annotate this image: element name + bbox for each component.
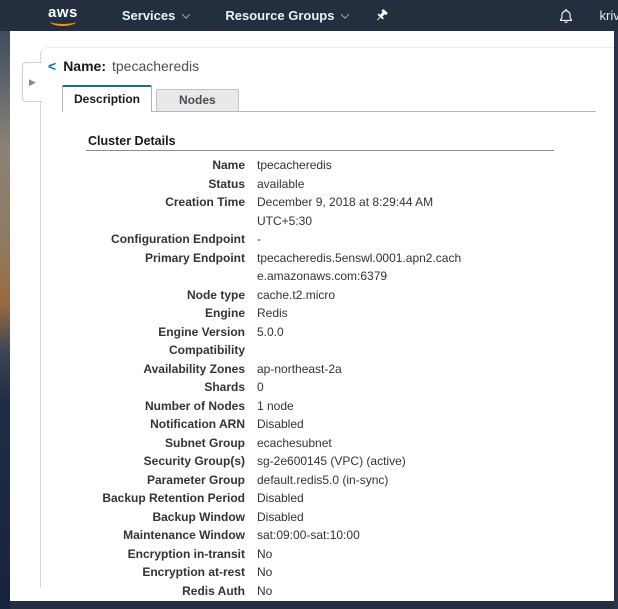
detail-value: -: [257, 230, 261, 249]
detail-value: December 9, 2018 at 8:29:44 AM UTC+5:30: [257, 193, 433, 230]
detail-value: Redis: [257, 304, 288, 323]
detail-value: sg-2e600145 (VPC) (active): [257, 452, 406, 471]
detail-value: No: [257, 545, 272, 564]
detail-value: default.redis5.0 (in-sync): [257, 471, 388, 490]
detail-row: Backup Retention Period Disabled: [86, 489, 614, 508]
detail-label: Backup Window: [86, 508, 245, 527]
detail-row: Maintenance Window sat:09:00-sat:10:00: [86, 526, 614, 545]
caret-down-icon: [182, 10, 190, 18]
resource-groups-menu[interactable]: Resource Groups: [225, 8, 348, 23]
detail-row: Primary Endpoint tpecacheredis.5enswl.000…: [86, 249, 614, 286]
aws-smile-arc: [50, 17, 76, 26]
tab-description[interactable]: Description: [62, 85, 152, 112]
detail-value: No: [257, 563, 272, 582]
detail-value: Disabled: [257, 415, 304, 434]
detail-row: Parameter Group default.redis5.0 (in-sync…: [86, 471, 614, 490]
detail-label: Maintenance Window: [86, 526, 245, 545]
pushpin-icon[interactable]: [374, 8, 389, 23]
detail-label: Redis Auth: [86, 582, 245, 601]
detail-row: Encryption at-rest No: [86, 563, 614, 582]
detail-row: Subnet Group ecachesubnet: [86, 434, 614, 453]
detail-value: tpecacheredis.5enswl.0001.apn2.cach e.am…: [257, 249, 461, 286]
detail-label: Backup Retention Period: [86, 489, 245, 508]
detail-value: cache.t2.micro: [257, 286, 335, 305]
cluster-name-header: < Name: tpecacheredis: [41, 48, 614, 74]
services-menu-label: Services: [122, 8, 176, 23]
detail-label: Engine Version Compatibility: [86, 323, 245, 360]
detail-label: Availability Zones: [86, 360, 245, 379]
detail-value: available: [257, 175, 304, 194]
cluster-detail-panel: < Name: tpecacheredis Description Nodes …: [40, 47, 614, 588]
detail-label: Security Group(s): [86, 452, 245, 471]
detail-row: Shards 0: [86, 378, 614, 397]
aws-top-navbar: aws Services Resource Groups krive: [0, 0, 618, 31]
detail-label: Number of Nodes: [86, 397, 245, 416]
detail-tabs: Description Nodes: [62, 85, 596, 112]
name-header-label: Name:: [63, 58, 106, 74]
cluster-details-section: Cluster Details NametpecacheredisStatusa…: [86, 134, 614, 600]
desktop-background-strip: [0, 0, 10, 609]
detail-label: Node type: [86, 286, 245, 305]
detail-row: Notification ARN Disabled: [86, 415, 614, 434]
resource-groups-menu-label: Resource Groups: [225, 8, 334, 23]
detail-label: Parameter Group: [86, 471, 245, 490]
detail-value: ecachesubnet: [257, 434, 332, 453]
detail-label: Configuration Endpoint: [86, 230, 245, 249]
detail-row: Number of Nodes 1 node: [86, 397, 614, 416]
detail-row: Node type cache.t2.micro: [86, 286, 614, 305]
name-header-value: tpecacheredis: [112, 58, 199, 74]
detail-row: Engine Redis: [86, 304, 614, 323]
detail-value: sat:09:00-sat:10:00: [257, 526, 360, 545]
detail-row: Security Group(s) sg-2e600145 (VPC) (acti…: [86, 452, 614, 471]
chevron-right-icon: ▶: [29, 78, 36, 87]
detail-label: Notification ARN: [86, 415, 245, 434]
console-content-area: ▶ < Name: tpecacheredis Description Node…: [10, 31, 614, 609]
detail-label: Name: [86, 156, 245, 175]
detail-label: Creation Time: [86, 193, 245, 230]
detail-row: Backup Window Disabled: [86, 508, 614, 527]
detail-label: Engine: [86, 304, 245, 323]
detail-label: Encryption in-transit: [86, 545, 245, 564]
detail-label: Subnet Group: [86, 434, 245, 453]
notifications-bell-icon[interactable]: [558, 8, 574, 24]
detail-row: Encryption in-transit No: [86, 545, 614, 564]
cluster-details-table: NametpecacheredisStatusavailableCreation…: [86, 156, 614, 600]
detail-row: Redis Auth No: [86, 582, 614, 601]
detail-value: 0: [257, 378, 264, 397]
services-menu[interactable]: Services: [122, 8, 190, 23]
detail-label: Shards: [86, 378, 245, 397]
detail-row: Name tpecacheredis: [86, 156, 614, 175]
detail-row: Configuration Endpoint-: [86, 230, 614, 249]
detail-value: Disabled: [257, 489, 304, 508]
caret-down-icon: [341, 10, 349, 18]
user-menu[interactable]: krive: [600, 8, 618, 23]
detail-value: tpecacheredis: [257, 156, 332, 175]
footer-bar: [10, 601, 614, 609]
back-chevron-link[interactable]: <: [48, 58, 56, 74]
detail-value: No: [257, 582, 272, 601]
window-right-edge: [614, 0, 618, 609]
section-divider: [86, 150, 554, 151]
detail-row: Status available: [86, 175, 614, 194]
aws-logo[interactable]: aws: [48, 6, 78, 26]
detail-value: ap-northeast-2a: [257, 360, 342, 379]
detail-value: Disabled: [257, 508, 304, 527]
detail-label: Status: [86, 175, 245, 194]
detail-label: Encryption at-rest: [86, 563, 245, 582]
sidebar-expand-toggle[interactable]: ▶: [22, 62, 42, 102]
detail-value: 1 node: [257, 397, 294, 416]
detail-value: 5.0.0: [257, 323, 284, 360]
cluster-details-title: Cluster Details: [88, 134, 614, 148]
detail-row: Engine Version Compatibility 5.0.0: [86, 323, 614, 360]
detail-row: Creation Time December 9, 2018 at 8:29:44…: [86, 193, 614, 230]
detail-label: Primary Endpoint: [86, 249, 245, 286]
detail-row: Availability Zones ap-northeast-2a: [86, 360, 614, 379]
tab-nodes[interactable]: Nodes: [156, 89, 239, 112]
